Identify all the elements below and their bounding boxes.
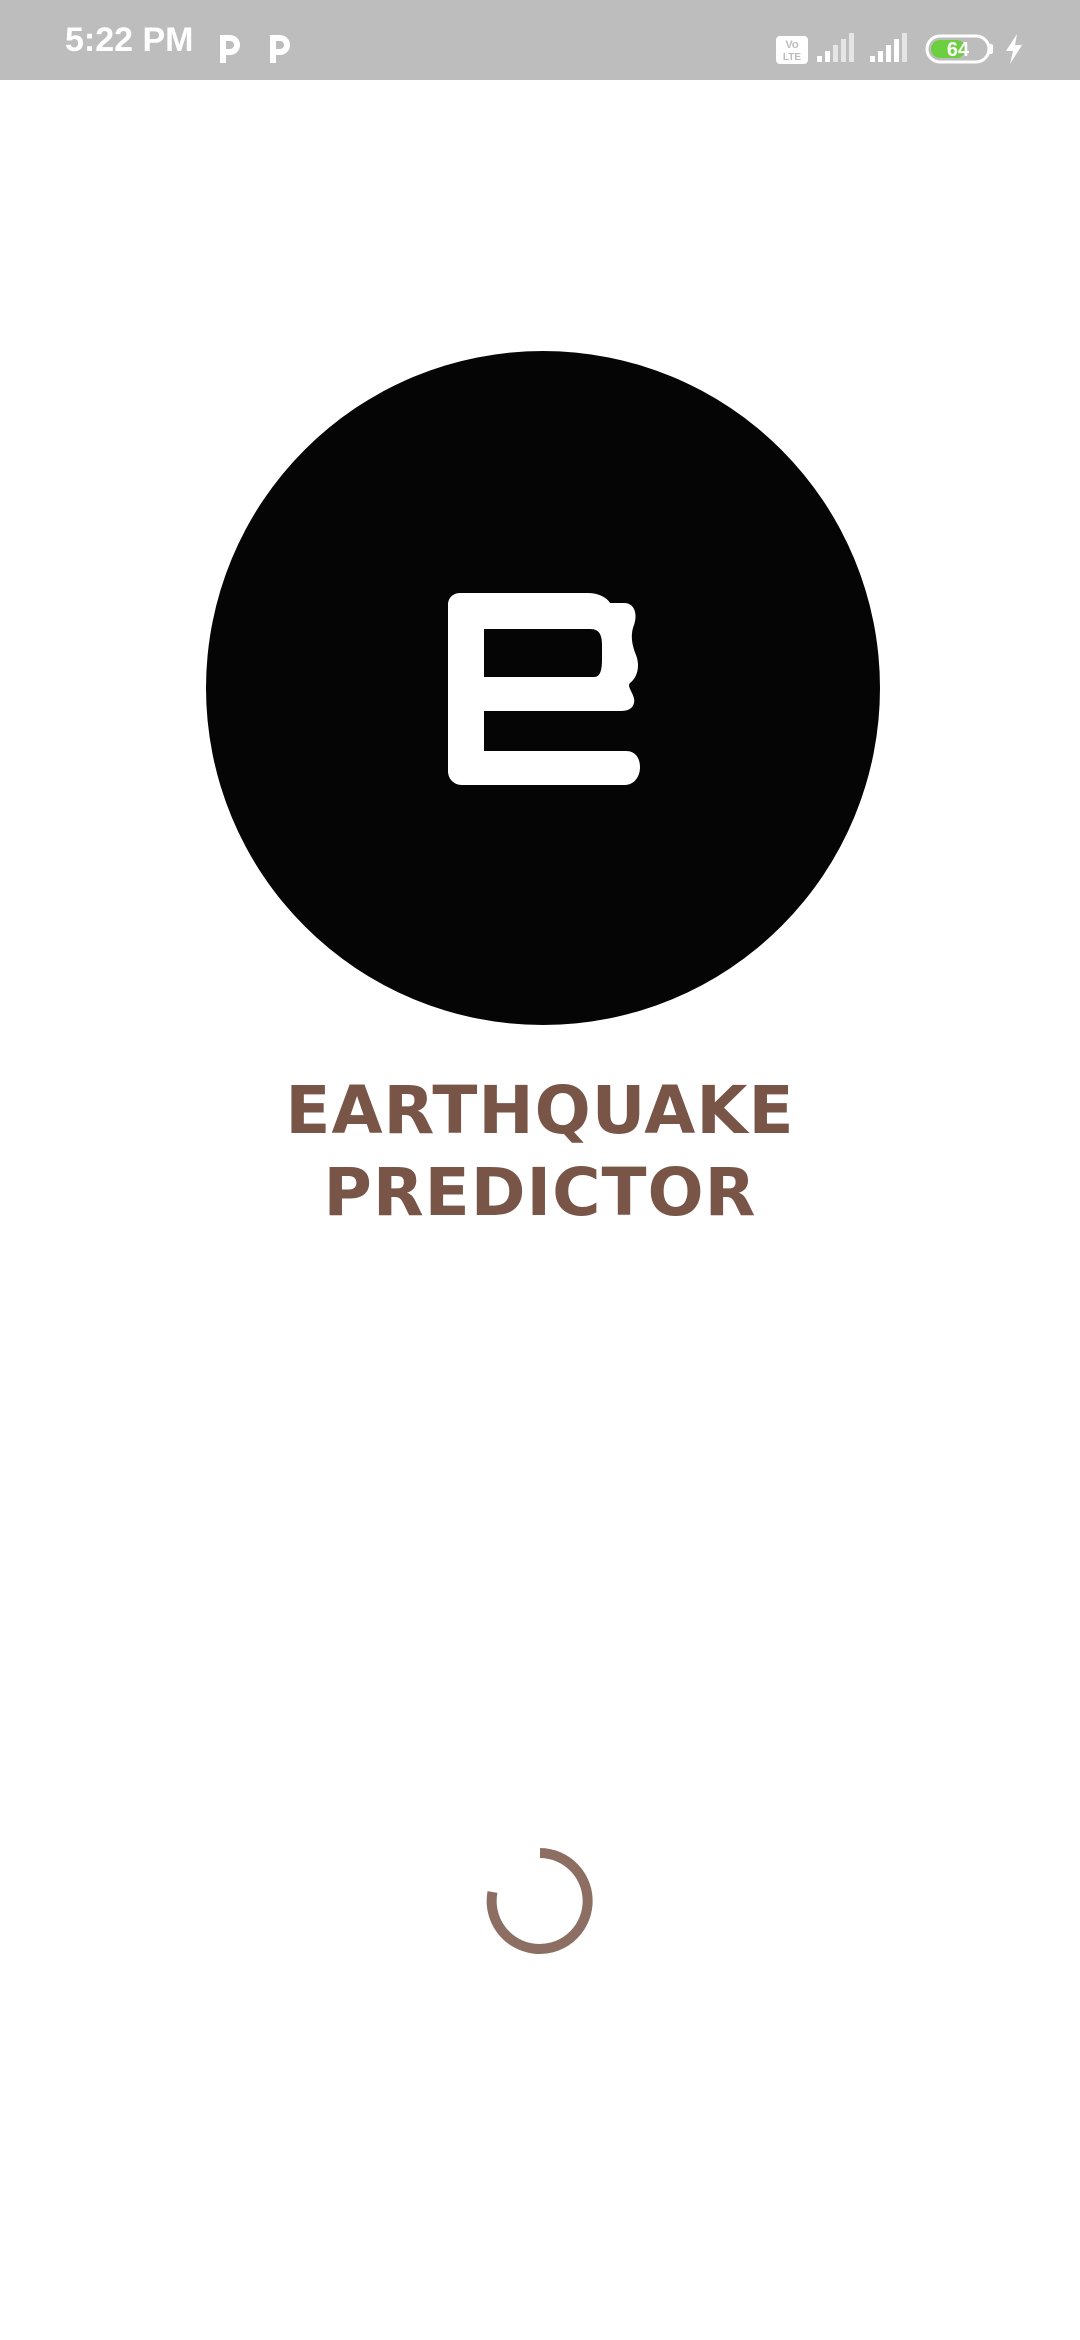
charging-icon	[1006, 34, 1022, 64]
p-app-icon	[270, 35, 290, 63]
p-app-icon	[220, 35, 240, 63]
signal-strength-icon	[870, 33, 907, 62]
battery-level-text: 64	[947, 39, 970, 61]
app-title-line-1: EARTHQUAKE	[285, 1072, 795, 1149]
status-bar: 5:22 PM Vo LTE 64	[0, 0, 1080, 80]
battery-icon: 64	[925, 34, 993, 64]
signal-strength-icon	[817, 33, 854, 62]
loading-spinner	[486, 1848, 593, 1954]
volte-icon: Vo LTE	[776, 36, 808, 64]
volte-label-top: Vo	[785, 39, 799, 51]
svg-text:LTE: LTE	[783, 52, 801, 63]
app-title: EARTHQUAKE PREDICTOR	[0, 1070, 1080, 1234]
app-title-line-2: PREDICTOR	[323, 1154, 757, 1231]
e-logo-icon	[448, 593, 640, 785]
status-time: 5:22 PM	[65, 21, 194, 59]
